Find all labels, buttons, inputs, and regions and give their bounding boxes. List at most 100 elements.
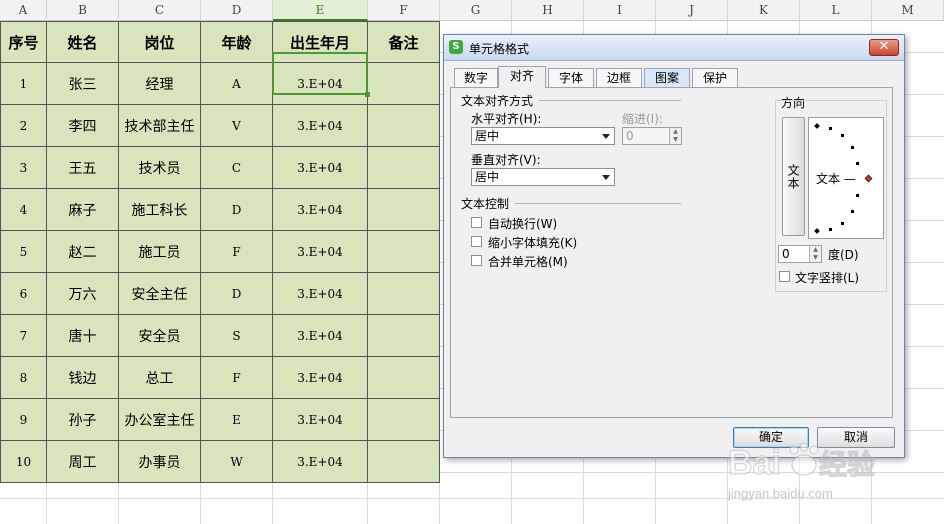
header-cell-note[interactable]: 备注 <box>368 21 440 63</box>
cell-note[interactable] <box>368 147 440 189</box>
cell-post[interactable]: 办公室主任 <box>119 399 201 441</box>
column-header-h[interactable]: H <box>512 0 584 21</box>
cell-seq[interactable]: 7 <box>0 315 47 357</box>
cell-post[interactable]: 安全员 <box>119 315 201 357</box>
cell-seq[interactable]: 2 <box>0 105 47 147</box>
tab-pattern[interactable]: 图案 <box>644 68 690 87</box>
cell-name[interactable]: 周工 <box>47 441 119 483</box>
cell-post[interactable]: 办事员 <box>119 441 201 483</box>
cell-age[interactable]: D <box>201 273 273 315</box>
cell-name[interactable]: 李四 <box>47 105 119 147</box>
cell-note[interactable] <box>368 273 440 315</box>
column-header-l[interactable]: L <box>800 0 872 21</box>
vertical-text-button[interactable]: 文本 <box>782 117 805 236</box>
cell-post[interactable]: 安全主任 <box>119 273 201 315</box>
column-header-d[interactable]: D <box>201 0 273 21</box>
cell-seq[interactable]: 3 <box>0 147 47 189</box>
dialog-titlebar[interactable]: S 单元格格式 ✕ <box>444 35 904 61</box>
wrap-text-checkbox[interactable] <box>471 217 482 228</box>
cell-name[interactable]: 唐十 <box>47 315 119 357</box>
cell-post[interactable]: 技术部主任 <box>119 105 201 147</box>
close-icon[interactable]: ✕ <box>869 39 899 56</box>
tab-number[interactable]: 数字 <box>454 68 498 87</box>
cell-age[interactable]: E <box>201 399 273 441</box>
cell-post[interactable]: 经理 <box>119 63 201 105</box>
cell-age[interactable]: D <box>201 189 273 231</box>
cell-post[interactable]: 技术员 <box>119 147 201 189</box>
cell-name[interactable]: 孙子 <box>47 399 119 441</box>
cell-birth[interactable]: 3.E+04 <box>273 189 368 231</box>
column-header-k[interactable]: K <box>728 0 800 21</box>
cell-note[interactable] <box>368 357 440 399</box>
horizontal-align-select[interactable]: 居中 <box>471 127 615 145</box>
cell-name[interactable]: 钱边 <box>47 357 119 399</box>
tab-border[interactable]: 边框 <box>596 68 642 87</box>
cell-age[interactable]: V <box>201 105 273 147</box>
cell-note[interactable] <box>368 189 440 231</box>
cell-note[interactable] <box>368 231 440 273</box>
cell-birth[interactable]: 3.E+04 <box>273 105 368 147</box>
cell-age[interactable]: F <box>201 357 273 399</box>
tab-protection[interactable]: 保护 <box>692 68 738 87</box>
cell-age[interactable]: C <box>201 147 273 189</box>
column-header-j[interactable]: J <box>656 0 728 21</box>
cell-birth[interactable]: 3.E+04 <box>273 231 368 273</box>
cell-note[interactable] <box>368 63 440 105</box>
cell-age[interactable]: A <box>201 63 273 105</box>
cell-post[interactable]: 总工 <box>119 357 201 399</box>
merge-cells-checkbox[interactable] <box>471 255 482 266</box>
column-header-a[interactable]: A <box>0 0 47 21</box>
degree-stepper[interactable]: 0 ▲ ▼ <box>778 245 822 263</box>
cell-birth[interactable]: 3.E+04 <box>273 441 368 483</box>
cell-seq[interactable]: 4 <box>0 189 47 231</box>
ok-button[interactable]: 确定 <box>733 427 809 448</box>
cell-seq[interactable]: 8 <box>0 357 47 399</box>
column-header-c[interactable]: C <box>119 0 201 21</box>
shrink-to-fit-checkbox[interactable] <box>471 236 482 247</box>
cell-seq[interactable]: 9 <box>0 399 47 441</box>
cell-seq[interactable]: 6 <box>0 273 47 315</box>
tab-font[interactable]: 字体 <box>548 68 594 87</box>
cell-birth[interactable]: 3.E+04 <box>273 315 368 357</box>
header-cell-age[interactable]: 年龄 <box>201 21 273 63</box>
header-cell-seq[interactable]: 序号 <box>0 21 47 63</box>
cell-note[interactable] <box>368 441 440 483</box>
cell-age[interactable]: W <box>201 441 273 483</box>
tab-alignment[interactable]: 对齐 <box>498 66 546 88</box>
spin-up-icon[interactable]: ▲ <box>809 246 821 254</box>
cell-name[interactable]: 万六 <box>47 273 119 315</box>
cell-birth[interactable]: 3.E+04 <box>273 147 368 189</box>
cell-age[interactable]: S <box>201 315 273 357</box>
cell-birth[interactable]: 3.E+04 <box>273 399 368 441</box>
cell-post[interactable]: 施工员 <box>119 231 201 273</box>
cell-note[interactable] <box>368 399 440 441</box>
spin-down-icon[interactable]: ▼ <box>809 254 821 262</box>
header-cell-name[interactable]: 姓名 <box>47 21 119 63</box>
cell-birth[interactable]: 3.E+04 <box>273 357 368 399</box>
column-header-g[interactable]: G <box>440 0 512 21</box>
cell-note[interactable] <box>368 105 440 147</box>
column-header-f[interactable]: F <box>368 0 440 21</box>
column-header-m[interactable]: M <box>872 0 944 21</box>
column-header-b[interactable]: B <box>47 0 119 21</box>
cell-birth[interactable]: 3.E+04 <box>273 63 368 105</box>
cell-name[interactable]: 赵二 <box>47 231 119 273</box>
header-cell-post[interactable]: 岗位 <box>119 21 201 63</box>
header-cell-birth[interactable]: 出生年月 <box>273 21 368 63</box>
cell-post[interactable]: 施工科长 <box>119 189 201 231</box>
wrap-text-label[interactable]: 自动换行(W) <box>488 215 557 232</box>
cell-name[interactable]: 麻子 <box>47 189 119 231</box>
fill-handle[interactable] <box>365 92 370 97</box>
vertical-text-checkbox[interactable] <box>779 271 790 282</box>
shrink-to-fit-label[interactable]: 缩小字体填充(K) <box>488 234 577 251</box>
vertical-text-checkbox-label[interactable]: 文字竖排(L) <box>795 269 859 286</box>
cell-name[interactable]: 张三 <box>47 63 119 105</box>
cancel-button[interactable]: 取消 <box>817 427 895 448</box>
cell-seq[interactable]: 5 <box>0 231 47 273</box>
merge-cells-label[interactable]: 合并单元格(M) <box>488 253 568 270</box>
cell-birth[interactable]: 3.E+04 <box>273 273 368 315</box>
orientation-dial[interactable]: 文本 — <box>808 117 884 239</box>
cell-note[interactable] <box>368 315 440 357</box>
vertical-align-select[interactable]: 居中 <box>471 168 615 186</box>
cell-name[interactable]: 王五 <box>47 147 119 189</box>
